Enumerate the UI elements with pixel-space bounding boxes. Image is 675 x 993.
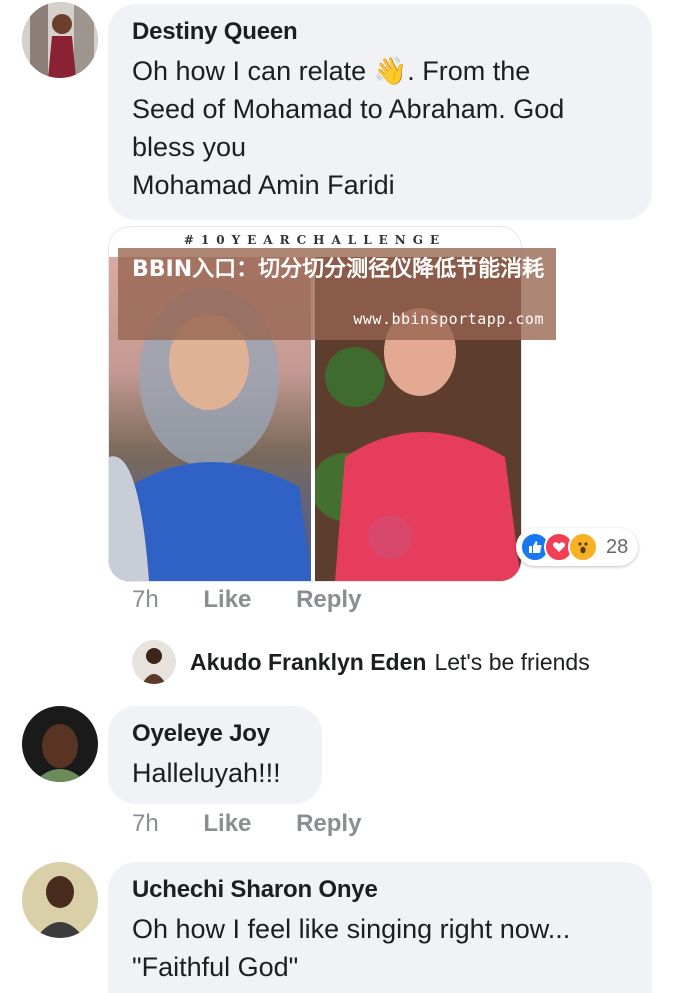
comment-bubble: Uchechi Sharon Onye Oh how I feel like s… — [108, 862, 652, 993]
reactions-summary[interactable]: 28 — [516, 528, 639, 566]
comment-line: "Faithful God" — [132, 952, 299, 982]
like-button[interactable]: Like — [203, 586, 251, 614]
comment-author[interactable]: Oyeleye Joy — [132, 720, 298, 748]
comment-author[interactable]: Destiny Queen — [132, 18, 628, 46]
comment-line: Oh how I feel like singing right now... — [132, 914, 571, 944]
avatar-image — [22, 862, 98, 938]
comment-time[interactable]: 7h — [132, 810, 159, 838]
watermark-title: BBIN入口：切分切分测径仪降低节能消耗 — [132, 257, 545, 282]
comment-actions: 7h Like Reply — [132, 586, 361, 614]
reaction-count: 28 — [606, 535, 629, 558]
wow-icon — [568, 532, 598, 562]
comments-page: Destiny Queen Oh how I can relate 👋. Fro… — [0, 0, 675, 993]
comment-bubble: Oyeleye Joy Halleluyah!!! — [108, 706, 322, 804]
reply-author[interactable]: Akudo Franklyn Eden — [190, 649, 426, 676]
comment-line: Seed of Mohamad to Abraham. God — [132, 94, 565, 124]
comment-actions: 7h Like Reply — [132, 810, 361, 838]
avatar[interactable] — [22, 2, 98, 78]
avatar[interactable] — [22, 706, 98, 782]
reply-text: Let's be friends — [434, 648, 590, 675]
comment-text: Halleluyah!!! — [132, 754, 298, 792]
comment-line: bless you — [132, 132, 247, 162]
comment-text: Oh how I can relate 👋. From the Seed of … — [132, 52, 628, 204]
comment-bubble: Destiny Queen Oh how I can relate 👋. Fro… — [108, 4, 652, 220]
comment-line: Oh how I can relate 👋. From the — [132, 56, 531, 86]
comment-line: Halleluyah!!! — [132, 758, 281, 788]
reply-preview[interactable]: Akudo Franklyn Eden Let's be friends — [132, 640, 590, 684]
comment-time[interactable]: 7h — [132, 586, 159, 614]
avatar[interactable] — [22, 862, 98, 938]
avatar-image — [132, 640, 176, 684]
photo-hashtag: #10YEARCHALLENGE — [183, 233, 447, 247]
watermark-url: www.bbinsportapp.com — [353, 310, 544, 328]
comment-text: Oh how I feel like singing right now... … — [132, 910, 628, 986]
reply-button[interactable]: Reply — [296, 586, 361, 614]
avatar-image — [22, 2, 98, 78]
reply-button[interactable]: Reply — [296, 810, 361, 838]
comment-line: Mohamad Amin Faridi — [132, 170, 395, 200]
avatar-image — [22, 706, 98, 782]
watermark-banner: BBIN入口：切分切分测径仪降低节能消耗 www.bbinsportapp.co… — [118, 248, 556, 340]
avatar[interactable] — [132, 640, 176, 684]
comment-author[interactable]: Uchechi Sharon Onye — [132, 876, 628, 904]
like-button[interactable]: Like — [203, 810, 251, 838]
